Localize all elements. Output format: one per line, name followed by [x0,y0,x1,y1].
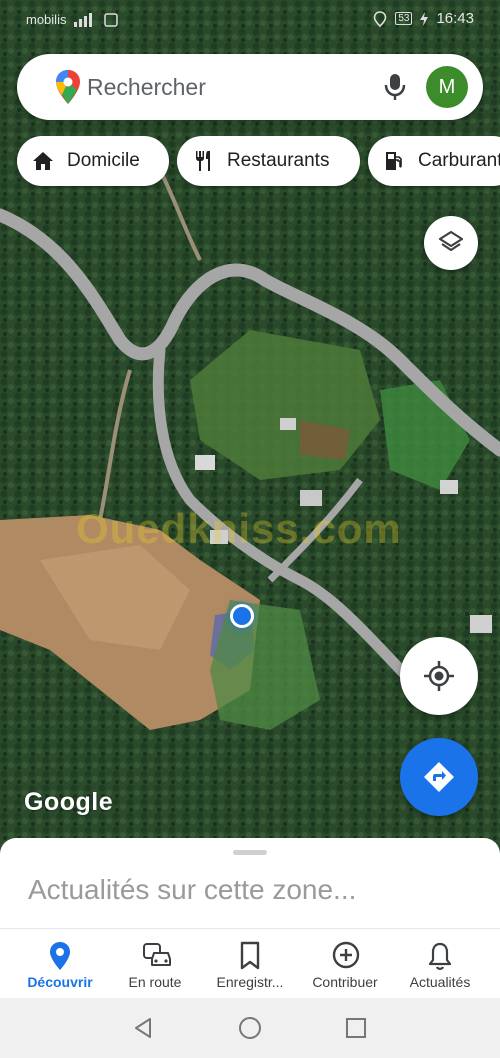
nav-tab-en-route[interactable]: En route [105,929,205,999]
my-location-button[interactable] [400,637,478,715]
nav-label: En route [128,974,182,990]
chip-restaurants[interactable]: Restaurants [177,136,360,186]
google-attribution: Google [24,788,114,816]
explore-bottom-sheet[interactable]: Actualités sur cette zone... [0,838,500,928]
add-circle-icon [332,941,360,969]
home-circle-icon[interactable] [237,1015,263,1041]
sheet-drag-handle[interactable] [233,850,267,855]
mic-icon[interactable] [383,72,407,102]
layers-icon [438,230,464,252]
watermark: Ouedkniss.com [76,505,402,552]
chip-label: Restaurants [227,150,330,171]
nav-tab-actualites[interactable]: Actualités [390,929,490,999]
my-location-icon [424,661,454,691]
clock: 16:43 [436,10,474,27]
nav-label: Actualités [409,974,471,990]
bookmark-icon [240,941,260,970]
map-imagery [0,0,500,840]
search-bar[interactable]: Rechercher M [17,54,483,120]
satellite-map[interactable]: Ouedkniss.com [0,0,500,840]
nav-label: Contribuer [312,974,378,990]
carrier-label: mobilis [26,12,67,27]
avatar[interactable]: M [426,66,468,108]
google-maps-pin-icon [56,70,80,104]
layers-button[interactable] [424,216,478,270]
signal-icon [74,12,93,27]
explore-pin-icon [50,942,70,970]
chip-carburant[interactable]: Carburant [368,136,500,186]
nav-tab-contribuer[interactable]: Contribuer [295,929,395,999]
bottom-navigation: Découvrir En route Enregistr... Contribu… [0,928,500,998]
bell-icon [428,942,452,970]
back-icon[interactable] [132,1016,154,1040]
gas-station-icon [386,152,402,170]
commute-icon [143,943,171,966]
category-chips: Domicile Restaurants Carburant [0,136,500,188]
chip-label: Carburant [418,150,500,171]
notification-icon [104,12,119,27]
nav-label: Découvrir [27,974,93,990]
nav-tab-decouvrir[interactable]: Découvrir [10,929,110,999]
recents-icon[interactable] [345,1017,367,1039]
location-status-icon [374,10,387,27]
chip-label: Domicile [67,150,140,171]
directions-button[interactable] [400,738,478,816]
current-location-dot [230,604,254,628]
chip-domicile[interactable]: Domicile [17,136,169,186]
directions-icon [424,762,454,792]
charging-icon [420,11,429,26]
status-bar: mobilis 53 16:43 [0,0,500,38]
nav-label: Enregistr... [216,974,284,990]
sheet-title: Actualités sur cette zone... [28,874,357,905]
search-input[interactable]: Rechercher [87,74,206,101]
battery-level: 53 [395,12,413,25]
system-navigation-bar [0,998,500,1058]
restaurant-icon [196,151,210,171]
nav-tab-enregistres[interactable]: Enregistr... [200,929,300,999]
home-icon [33,152,53,170]
